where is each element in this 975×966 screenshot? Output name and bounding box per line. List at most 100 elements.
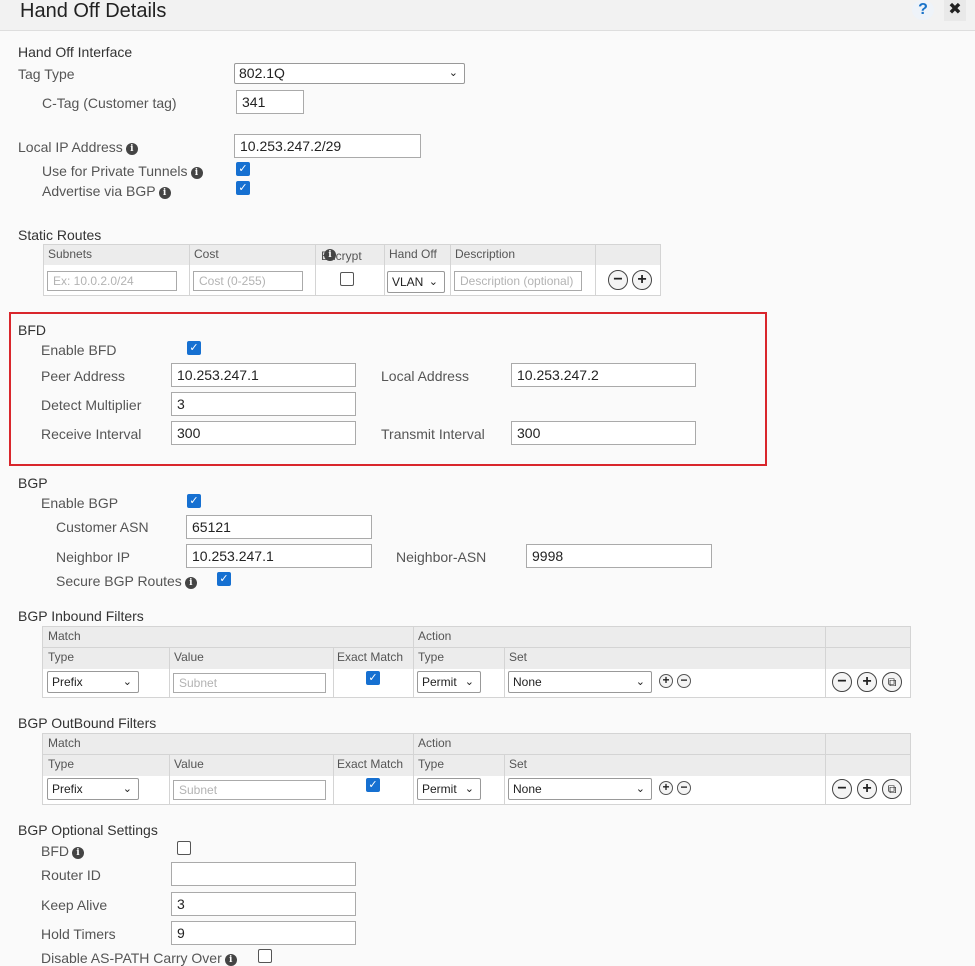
peer-address-label: Peer Address [41,368,126,384]
outbound-filters-title: BGP OutBound Filters [18,715,157,731]
router-id-input[interactable] [171,862,356,886]
local-ip-input[interactable]: 10.253.247.2/29 [234,134,421,158]
divider [595,245,596,295]
inbound-value-input[interactable]: Subnet [173,673,326,693]
advertise-bgp-checkbox[interactable]: ✓ [236,181,250,195]
add-row-icon[interactable]: + [857,779,877,799]
column-action-type: Type [418,650,445,664]
remove-row-icon[interactable]: − [608,270,628,290]
handoff-select[interactable]: VLAN ⌄ [387,271,445,293]
divider [333,647,334,697]
info-icon[interactable]: i [184,577,197,589]
neighbor-ip-input[interactable]: 10.253.247.1 [186,544,372,568]
subnet-input[interactable]: Ex: 10.0.2.0/24 [47,271,177,291]
info-icon[interactable]: i [72,847,84,859]
neighbor-asn-input[interactable]: 9998 [526,544,712,568]
customer-asn-input[interactable]: 65121 [186,515,372,539]
action-group-label: Action [418,629,452,643]
private-tunnels-checkbox[interactable]: ✓ [236,162,250,176]
add-row-icon[interactable]: + [857,672,877,692]
description-input[interactable]: Description (optional) [454,271,582,291]
copy-row-icon[interactable]: ⧉ [882,672,902,692]
add-action-icon[interactable]: + [659,674,673,688]
copy-row-icon[interactable]: ⧉ [882,779,902,799]
help-icon[interactable]: ? [912,0,934,20]
match-group-label: Match [48,736,81,750]
chevron-down-icon: ⌄ [635,676,645,688]
neighbor-asn-label: Neighbor-ASN [396,549,487,565]
tag-type-select[interactable]: 802.1Q ⌄ [234,63,465,84]
static-routes-title: Static Routes [18,227,102,243]
divider [825,627,826,697]
info-icon[interactable]: i [324,249,336,261]
keep-alive-input[interactable]: 3 [171,892,356,916]
add-row-icon[interactable]: + [632,270,652,290]
optional-settings-title: BGP Optional Settings [18,822,158,838]
column-description: Description [455,247,516,261]
add-action-icon[interactable]: + [659,781,673,795]
local-address-input[interactable]: 10.253.247.2 [511,363,696,387]
tag-type-label: Tag Type [18,66,75,82]
inbound-filters-title: BGP Inbound Filters [18,608,144,624]
enable-bgp-checkbox[interactable]: ✓ [187,494,201,508]
divider [504,647,505,697]
inbound-set-select[interactable]: None ⌄ [508,671,652,693]
chevron-down-icon: ⌄ [464,783,474,795]
bgp-section-title: BGP [18,475,48,491]
static-routes-header: Subnets Cost Encrypt i Hand Off Descripti… [44,245,660,265]
inbound-action-select[interactable]: Permit ⌄ [417,671,481,693]
divider [333,754,334,804]
outbound-set-value: None [513,782,542,796]
column-exact-match: Exact Match [337,650,404,664]
inbound-type-select[interactable]: Prefix ⌄ [47,671,139,693]
outbound-action-select[interactable]: Permit ⌄ [417,778,481,800]
advertise-bgp-label: Advertise via BGP i [42,183,171,199]
optional-bfd-checkbox[interactable] [177,841,191,855]
remove-row-icon[interactable]: − [832,779,852,799]
chevron-down-icon: ⌄ [428,276,438,288]
info-icon[interactable]: i [224,954,237,966]
divider [413,627,414,697]
column-action-type: Type [418,757,445,771]
peer-address-input[interactable]: 10.253.247.1 [171,363,356,387]
remove-action-icon[interactable]: − [677,781,691,795]
bfd-section-title: BFD [18,322,46,338]
close-icon[interactable]: ✖ [944,0,966,21]
column-type: Type [48,757,75,771]
handoff-value: VLAN [392,275,424,289]
chevron-down-icon: ⌄ [635,783,645,795]
outbound-value-input[interactable]: Subnet [173,780,326,800]
secure-bgp-checkbox[interactable]: ✓ [217,572,231,586]
cost-input[interactable]: Cost (0-255) [193,271,303,291]
remove-action-icon[interactable]: − [677,674,691,688]
ctag-input[interactable]: 341 [236,90,304,114]
divider [189,245,190,295]
remove-row-icon[interactable]: − [832,672,852,692]
inbound-set-value: None [513,675,542,689]
handoff-section-title: Hand Off Interface [18,44,133,60]
dialog-title: Hand Off Details [20,0,167,22]
keep-alive-label: Keep Alive [41,897,108,913]
hold-timers-input[interactable]: 9 [171,921,356,945]
encrypt-checkbox[interactable] [340,272,354,286]
column-handoff: Hand Off [389,247,437,261]
detect-multiplier-label: Detect Multiplier [41,397,142,413]
outbound-exact-match-checkbox[interactable]: ✓ [366,778,380,792]
detect-multiplier-input[interactable]: 3 [171,392,356,416]
info-icon[interactable]: i [125,143,138,155]
receive-interval-input[interactable]: 300 [171,421,356,445]
transmit-interval-input[interactable]: 300 [511,421,696,445]
outbound-type-select[interactable]: Prefix ⌄ [47,778,139,800]
info-icon[interactable]: i [158,187,171,199]
enable-bfd-checkbox[interactable]: ✓ [187,341,201,355]
inbound-exact-match-checkbox[interactable]: ✓ [366,671,380,685]
divider [825,734,826,804]
transmit-interval-label: Transmit Interval [381,426,485,442]
enable-bfd-label: Enable BFD [41,342,117,358]
outbound-set-select[interactable]: None ⌄ [508,778,652,800]
column-type: Type [48,650,75,664]
info-icon[interactable]: i [190,167,203,179]
hold-timers-label: Hold Timers [41,926,116,942]
divider [169,647,170,697]
column-set: Set [509,757,528,771]
